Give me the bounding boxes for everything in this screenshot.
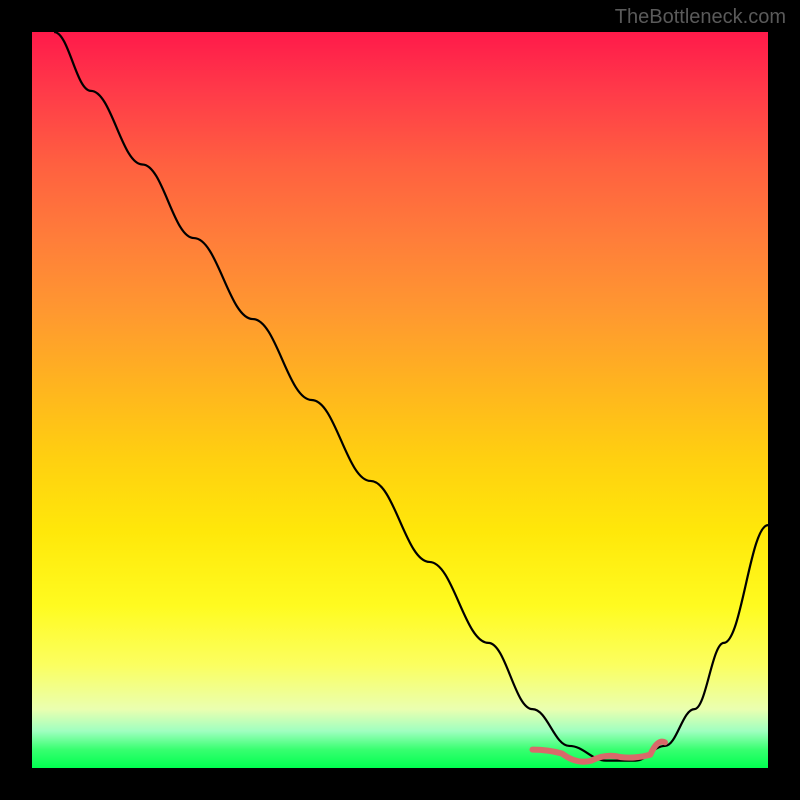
optimal-zone-path bbox=[532, 742, 664, 762]
plot-area bbox=[32, 32, 768, 768]
bottleneck-curve-path bbox=[54, 32, 768, 761]
watermark-text: TheBottleneck.com bbox=[615, 6, 786, 29]
curve-svg bbox=[32, 32, 768, 768]
